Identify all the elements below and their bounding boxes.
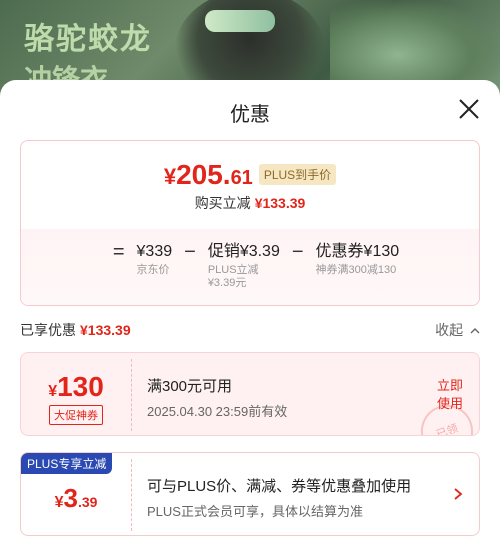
- promo-label: PLUS立减: [207, 264, 259, 276]
- jd-price-label: 京东价: [136, 264, 170, 276]
- coupon-condition: 满300元可用: [147, 378, 233, 395]
- coupon-label: 神券满300减130: [315, 264, 397, 276]
- coupon-amount: ¥130: [21, 371, 131, 403]
- chevron-up-icon: [470, 328, 480, 334]
- plus-divider: [131, 459, 132, 531]
- plus-description: PLUS正式会员可享，具体以结算为准: [147, 504, 363, 519]
- use-button-line2: 使用: [436, 396, 463, 411]
- final-price: ¥ 205. 61: [164, 159, 253, 191]
- collapse-toggle[interactable]: 收起: [435, 320, 480, 340]
- plus-amount-dec: .39: [77, 494, 98, 510]
- coupon-currency: ¥: [48, 383, 58, 400]
- formula-term-jd-price: ¥339 京东价: [137, 243, 173, 277]
- coupon-expiry: 2025.04.30 23:59前有效: [147, 404, 288, 419]
- plus-amount-int: 3: [63, 483, 78, 513]
- promo-label-amount: ¥3.39元: [207, 277, 247, 289]
- coupon-type-tag: 大促神券: [49, 405, 103, 425]
- price-currency: ¥: [163, 164, 177, 189]
- minus-sign: −: [184, 241, 196, 263]
- close-icon: [459, 99, 479, 119]
- coupon-divider: [131, 359, 132, 431]
- plus-title: 可与PLUS价、满减、券等优惠叠加使用: [147, 478, 412, 495]
- equals-sign: =: [112, 241, 125, 263]
- plus-price-tag: PLUS到手价: [258, 164, 337, 185]
- discount-sheet: 优惠 ¥ 205. 61 PLUS到手价 购买立减 ¥133.39 = ¥339 …: [0, 80, 500, 556]
- use-button-line1: 立即: [436, 378, 463, 393]
- chevron-right-icon[interactable]: [453, 487, 463, 501]
- plus-amount: ¥3.39: [21, 483, 131, 514]
- collapse-label: 收起: [435, 322, 464, 338]
- jd-price-value: ¥339: [136, 243, 173, 260]
- goggles-graphic: [205, 10, 275, 32]
- enjoyed-label: 已享优惠: [20, 322, 76, 338]
- final-price-line: ¥ 205. 61 PLUS到手价: [21, 159, 479, 191]
- savings-amount: ¥133.39: [254, 195, 306, 211]
- sheet-title: 优惠: [230, 104, 270, 126]
- price-summary-card: ¥ 205. 61 PLUS到手价 购买立减 ¥133.39 = ¥339 京东价…: [20, 140, 480, 306]
- formula-term-promo: 促销¥3.39 PLUS立减 ¥3.39元: [208, 243, 280, 290]
- close-button[interactable]: [456, 96, 482, 122]
- minus-sign: −: [291, 241, 304, 263]
- enjoyed-amount: ¥133.39: [80, 322, 131, 338]
- promo-value: 促销¥3.39: [207, 243, 280, 260]
- price-integer: 205.: [176, 159, 231, 190]
- formula-term-coupon: 优惠券¥130 神券满300减130: [316, 243, 400, 277]
- use-coupon-button[interactable]: 立即 使用: [421, 353, 479, 435]
- coupon-left: ¥130 大促神券: [21, 353, 131, 435]
- savings-line: 购买立减 ¥133.39: [21, 193, 479, 213]
- price-decimal: 61: [230, 167, 253, 189]
- coupon-amount-value: 130: [57, 371, 104, 402]
- coupon-value: 优惠券¥130: [315, 243, 400, 260]
- price-formula: = ¥339 京东价 − 促销¥3.39 PLUS立减 ¥3.39元 − 优惠券…: [21, 241, 479, 290]
- banner-title: 骆驼蛟龙: [24, 22, 152, 57]
- plus-discount-card[interactable]: PLUS专享立减 ¥3.39 可与PLUS价、满减、券等优惠叠加使用 PLUS正…: [20, 452, 480, 536]
- coupon-card[interactable]: ¥130 大促神券 满300元可用 2025.04.30 23:59前有效 已领…: [20, 352, 480, 436]
- savings-label: 购买立减: [194, 195, 251, 211]
- enjoyed-discount: 已享优惠 ¥133.39: [20, 320, 131, 340]
- plus-badge: PLUS专享立减: [21, 453, 113, 474]
